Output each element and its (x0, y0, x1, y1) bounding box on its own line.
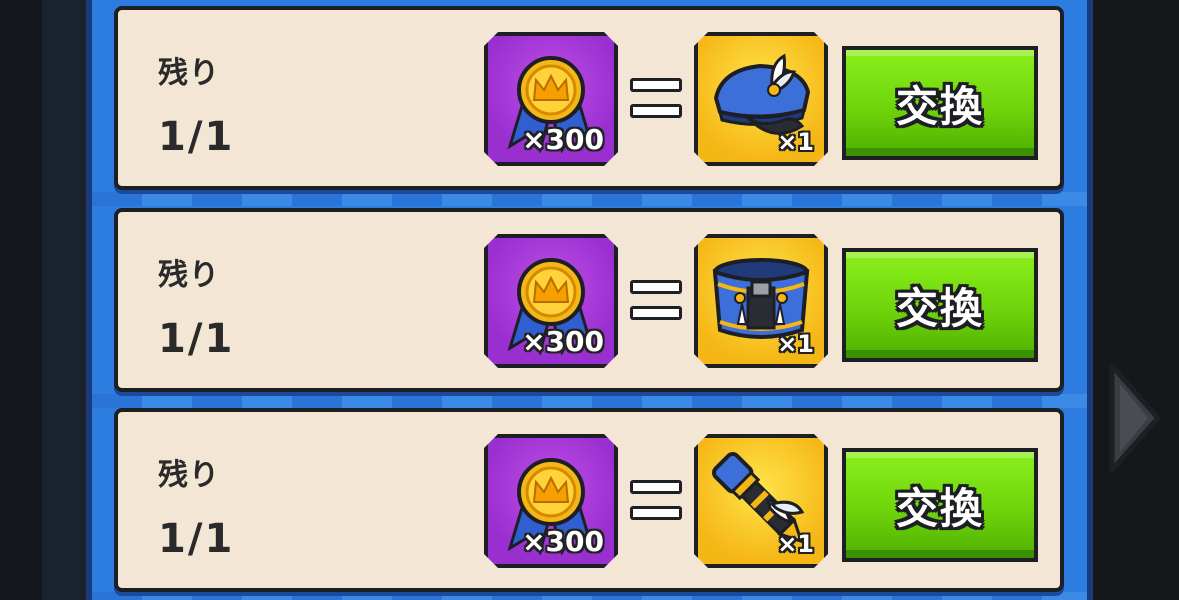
cost-quantity: ×300 (522, 525, 604, 558)
right-backdrop (1093, 0, 1179, 600)
exchange-button-label: 交換 (895, 283, 984, 333)
equals-sign (630, 278, 682, 324)
reward-quantity: ×1 (777, 128, 814, 156)
reward-quantity: ×1 (777, 530, 814, 558)
exchange-row: 残り 1/1 ×300 ×1 交換 (114, 408, 1064, 592)
remaining-label: 残り (158, 258, 220, 293)
left-backdrop (0, 0, 86, 600)
reward-quantity: ×1 (777, 330, 814, 358)
exchange-button-label: 交換 (895, 483, 984, 533)
exchange-row: 残り 1/1 ×300 ×1 交換 (114, 208, 1064, 392)
cost-item-slot[interactable]: ×300 (484, 434, 618, 568)
exchange-shop-screen: 残り 1/1 ×300 ×1 交換 残り 1/1 ×300 ×1 交換 残り 1… (0, 0, 1179, 600)
panel-stripe (92, 592, 1087, 600)
panel-stripe (92, 394, 1087, 408)
exchange-button[interactable]: 交換 (842, 248, 1038, 362)
exchange-button-label: 交換 (895, 81, 984, 131)
next-page-arrow[interactable] (1108, 362, 1162, 474)
remaining-label: 残り (158, 458, 220, 493)
reward-item-slot[interactable]: ×1 (694, 32, 828, 166)
reward-item-slot[interactable]: ×1 (694, 434, 828, 568)
exchange-button[interactable]: 交換 (842, 46, 1038, 160)
remaining-count: 1/1 (158, 316, 235, 362)
exchange-row: 残り 1/1 ×300 ×1 交換 (114, 6, 1064, 190)
cost-item-slot[interactable]: ×300 (484, 32, 618, 166)
cost-quantity: ×300 (522, 123, 604, 156)
panel-stripe (92, 192, 1087, 206)
reward-item-slot[interactable]: ×1 (694, 234, 828, 368)
remaining-label: 残り (158, 56, 220, 91)
cost-item-slot[interactable]: ×300 (484, 234, 618, 368)
remaining-count: 1/1 (158, 516, 235, 562)
cost-quantity: ×300 (522, 325, 604, 358)
equals-sign (630, 76, 682, 122)
remaining-count: 1/1 (158, 114, 235, 160)
equals-sign (630, 478, 682, 524)
exchange-button[interactable]: 交換 (842, 448, 1038, 562)
